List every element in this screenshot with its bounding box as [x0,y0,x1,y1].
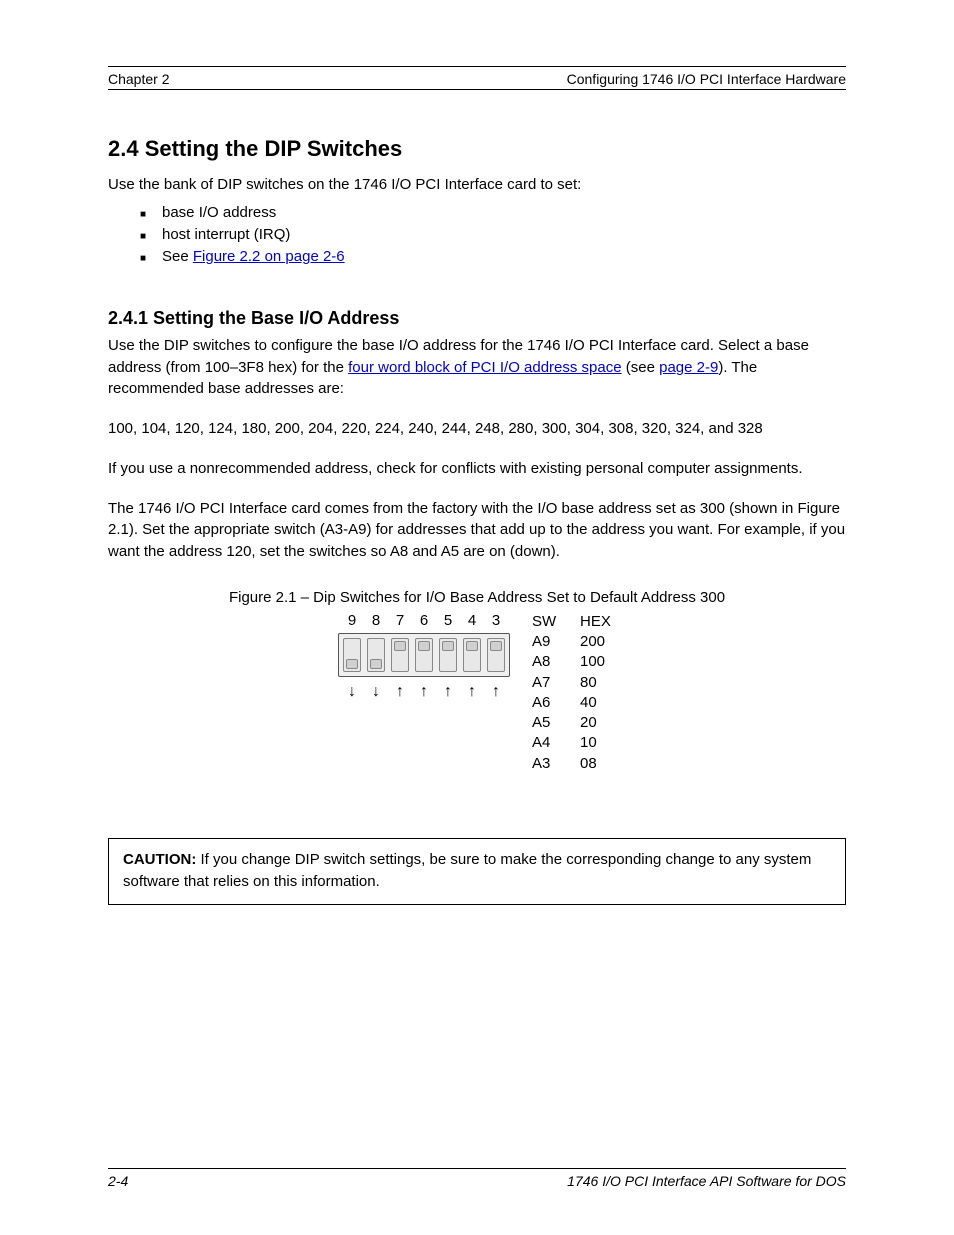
dip-switch-body [338,633,510,677]
footer-doc-title: 1746 I/O PCI Interface API Software for … [567,1173,846,1189]
table-row: A7 80 [532,673,616,693]
dip-switch [415,638,433,672]
dip-switch [343,638,361,672]
arrow-down-icon: ↓ [343,683,361,701]
dip-switch [439,638,457,672]
bullet-pretext: See [162,248,193,265]
switch-label: 7 [391,612,409,629]
hex-val: 40 [580,693,616,713]
arrow-up-icon: ↑ [487,683,505,701]
para-3: The 1746 I/O PCI Interface card comes fr… [108,498,846,563]
table-row: A6 40 [532,693,616,713]
arrow-down-icon: ↓ [367,683,385,701]
bullet-text: host interrupt (IRQ) [162,226,846,243]
io-space-link[interactable]: four word block of PCI I/O address space [348,359,621,376]
arrow-up-icon: ↑ [415,683,433,701]
para-2: If you use a nonrecommended address, che… [108,458,846,480]
switch-label: 6 [415,612,433,629]
figure-caption: Figure 2.1 – Dip Switches for I/O Base A… [108,589,846,606]
section-heading-2-4-1: 2.4.1 Setting the Base I/O Address [108,308,846,329]
para1-mid: (see [622,359,660,376]
switch-label: 8 [367,612,385,629]
arrow-up-icon: ↑ [391,683,409,701]
caution-label: CAUTION: [123,851,196,868]
hex-col-hex: HEX [580,612,616,632]
switch-label: 5 [439,612,457,629]
dip-switch-bank: 9 8 7 6 5 4 3 ↓ [338,612,510,701]
bullet-text: See Figure 2.2 on page 2-6 [162,248,846,265]
hex-col-sw: SW [532,612,562,632]
switch-label: 3 [487,612,505,629]
hex-val: 100 [580,652,616,672]
caution-box: CAUTION: If you change DIP switch settin… [108,838,846,905]
hex-val: 08 [580,754,616,774]
hex-sw: A3 [532,754,562,774]
dip-switch [367,638,385,672]
hex-sw: A8 [532,652,562,672]
dip-switch-numbers: 9 8 7 6 5 4 3 [343,612,505,629]
hex-lookup-table: SW HEX A9 200 A8 100 A7 80 A6 40 A5 20 A4 10 A… [532,612,616,774]
bullet-marker-icon: ■ [140,250,162,268]
hex-val: 20 [580,713,616,733]
page-ref-link[interactable]: page 2-9 [659,359,718,376]
hex-sw: A4 [532,733,562,753]
table-row: A5 20 [532,713,616,733]
switch-label: 4 [463,612,481,629]
para-1: Use the DIP switches to configure the ba… [108,335,846,400]
hex-header-row: SW HEX [532,612,616,632]
switch-label: 9 [343,612,361,629]
list-item: ■ base I/O address [140,204,846,224]
dip-switch [391,638,409,672]
footer-page-number: 2-4 [108,1173,128,1189]
header-title: Configuring 1746 I/O PCI Interface Hardw… [567,71,846,87]
dip-switch [463,638,481,672]
dip-switch-figure: 9 8 7 6 5 4 3 ↓ [338,612,616,774]
hex-sw: A9 [532,632,562,652]
page-header: Chapter 2 Configuring 1746 I/O PCI Inter… [108,67,846,87]
list-item: ■ host interrupt (IRQ) [140,226,846,246]
page-footer: 2-4 1746 I/O PCI Interface API Software … [108,1168,846,1189]
bullet-text: base I/O address [162,204,846,221]
section-2-4-intro: Use the bank of DIP switches on the 1746… [108,174,846,196]
bullet-marker-icon: ■ [140,228,162,246]
bullet-list: ■ base I/O address ■ host interrupt (IRQ… [140,204,846,268]
header-chapter: Chapter 2 [108,71,169,87]
table-row: A3 08 [532,754,616,774]
caution-text: If you change DIP switch settings, be su… [123,851,811,891]
list-item: ■ See Figure 2.2 on page 2-6 [140,248,846,268]
table-row: A8 100 [532,652,616,672]
dip-switch [487,638,505,672]
figure-link[interactable]: Figure 2.2 on page 2-6 [193,248,345,265]
bullet-marker-icon: ■ [140,206,162,224]
table-row: A4 10 [532,733,616,753]
section-heading-2-4: 2.4 Setting the DIP Switches [108,136,846,162]
recommended-addresses: 100, 104, 120, 124, 180, 200, 204, 220, … [108,418,846,440]
hex-val: 10 [580,733,616,753]
hex-sw: A6 [532,693,562,713]
table-row: A9 200 [532,632,616,652]
arrow-up-icon: ↑ [463,683,481,701]
hex-sw: A7 [532,673,562,693]
hex-sw: A5 [532,713,562,733]
arrow-up-icon: ↑ [439,683,457,701]
hex-val: 200 [580,632,616,652]
dip-switch-arrows: ↓ ↓ ↑ ↑ ↑ ↑ ↑ [343,683,505,701]
hex-val: 80 [580,673,616,693]
